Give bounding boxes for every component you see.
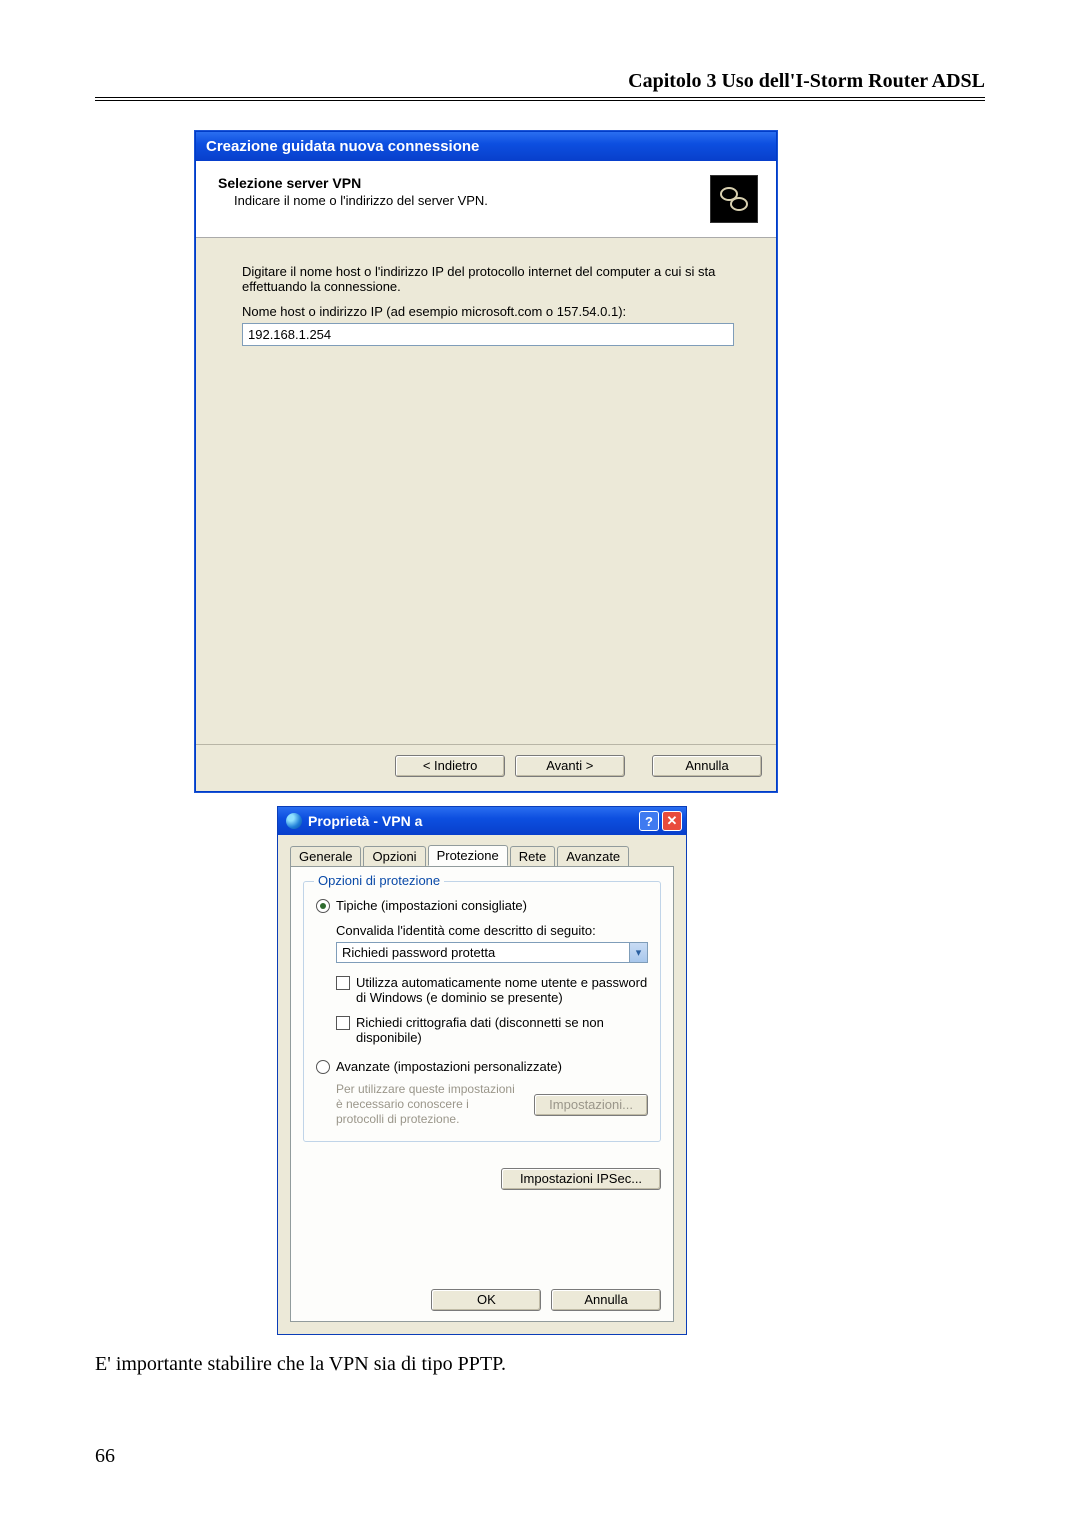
tab-protezione[interactable]: Protezione: [428, 845, 508, 866]
radio-typical[interactable]: [316, 899, 330, 913]
cancel-button[interactable]: Annulla: [652, 755, 762, 777]
vpn-icon: [710, 175, 758, 223]
protection-groupbox: Opzioni di protezione Tipiche (impostazi…: [303, 881, 661, 1142]
vpn-host-input[interactable]: [242, 323, 734, 346]
wizard-button-row: < Indietro Avanti > Annulla: [196, 745, 776, 791]
check-encrypt-row[interactable]: Richiedi crittografia dati (disconnetti …: [336, 1015, 648, 1045]
tab-generale[interactable]: Generale: [290, 846, 361, 867]
radio-advanced-row[interactable]: Avanzate (impostazioni personalizzate): [316, 1059, 648, 1074]
validate-label: Convalida l'identità come descritto di s…: [336, 923, 648, 938]
radio-advanced-label: Avanzate (impostazioni personalizzate): [336, 1059, 562, 1074]
advanced-note-row: Per utilizzare queste impostazioni è nec…: [336, 1082, 648, 1127]
properties-titlebar[interactable]: Proprietà - VPN a ? ✕: [278, 807, 686, 835]
page-header: Capitolo 3 Uso dell'I-Storm Router ADSL: [95, 70, 985, 101]
validate-combo[interactable]: Richiedi password protetta ▾: [336, 942, 648, 963]
radio-typical-row[interactable]: Tipiche (impostazioni consigliate): [316, 898, 648, 913]
radio-typical-label: Tipiche (impostazioni consigliate): [336, 898, 527, 913]
wizard-body: Digitare il nome host o l'indirizzo IP d…: [196, 238, 776, 564]
wizard-heading: Selezione server VPN: [218, 175, 710, 191]
wizard-header-texts: Selezione server VPN Indicare il nome o …: [218, 175, 710, 208]
bottom-caption: E' importante stabilire che la VPN sia d…: [95, 1353, 985, 1376]
wizard-body-text-2: Nome host o indirizzo IP (ad esempio mic…: [242, 304, 736, 319]
next-button[interactable]: Avanti >: [515, 755, 625, 777]
ipsec-settings-button[interactable]: Impostazioni IPSec...: [501, 1168, 661, 1190]
validate-combo-value: Richiedi password protetta: [337, 943, 629, 962]
dialog-buttons: OK Annulla: [425, 1289, 661, 1311]
chevron-down-icon[interactable]: ▾: [629, 943, 647, 962]
radio-advanced[interactable]: [316, 1060, 330, 1074]
check-encrypt[interactable]: [336, 1016, 350, 1030]
check-encrypt-label: Richiedi crittografia dati (disconnetti …: [356, 1015, 648, 1045]
tab-panel-protezione: Opzioni di protezione Tipiche (impostazi…: [290, 866, 674, 1322]
tab-avanzate[interactable]: Avanzate: [557, 846, 629, 867]
check-auto-label: Utilizza automaticamente nome utente e p…: [356, 975, 648, 1005]
back-button[interactable]: < Indietro: [395, 755, 505, 777]
settings-button: Impostazioni...: [534, 1094, 648, 1116]
tab-strip: Generale Opzioni Protezione Rete Avanzat…: [278, 835, 686, 866]
tab-opzioni[interactable]: Opzioni: [363, 846, 425, 867]
close-icon[interactable]: ✕: [662, 811, 682, 831]
ok-button[interactable]: OK: [431, 1289, 541, 1311]
ipsec-row: Impostazioni IPSec...: [303, 1168, 661, 1190]
tab-rete[interactable]: Rete: [510, 846, 555, 867]
cancel-button-props[interactable]: Annulla: [551, 1289, 661, 1311]
properties-dialog: Proprietà - VPN a ? ✕ Generale Opzioni P…: [277, 806, 687, 1335]
properties-title: Proprietà - VPN a: [308, 813, 422, 829]
wizard-header-area: Selezione server VPN Indicare il nome o …: [196, 161, 776, 238]
connection-icon: [286, 813, 302, 829]
wizard-titlebar[interactable]: Creazione guidata nuova connessione: [196, 132, 776, 161]
check-auto[interactable]: [336, 976, 350, 990]
document-page: Capitolo 3 Uso dell'I-Storm Router ADSL …: [0, 0, 1080, 1528]
wizard-body-text-1: Digitare il nome host o l'indirizzo IP d…: [242, 264, 736, 294]
help-icon[interactable]: ?: [639, 811, 659, 831]
wizard-subheading: Indicare il nome o l'indirizzo del serve…: [234, 193, 710, 208]
page-number: 66: [95, 1445, 115, 1468]
wizard-window: Creazione guidata nuova connessione Sele…: [195, 131, 777, 792]
check-auto-row[interactable]: Utilizza automaticamente nome utente e p…: [336, 975, 648, 1005]
advanced-note: Per utilizzare queste impostazioni è nec…: [336, 1082, 518, 1127]
groupbox-title: Opzioni di protezione: [314, 873, 444, 888]
